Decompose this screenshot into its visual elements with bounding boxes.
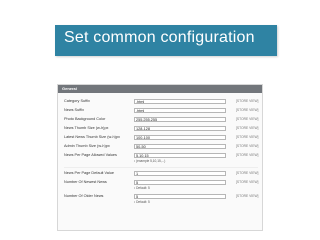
number-of-newest-news-input[interactable]	[134, 180, 226, 185]
number-of-older-news-note: •Default: 5	[134, 200, 150, 204]
photo-background-color-input[interactable]	[134, 117, 226, 122]
form-body: Category Suffix [STORE VIEW] News Suffix…	[58, 93, 262, 230]
bullet-icon: •	[134, 200, 136, 204]
photo-background-color-label: Photo Background Color	[64, 117, 106, 121]
news-thumb-size-scope: [STORE VIEW]	[236, 126, 259, 130]
news-per-page-allowed-values-note: •(example 5,10,15,...)	[134, 159, 165, 163]
news-per-page-allowed-values-label: News Per Page Allowed Values	[64, 153, 117, 157]
row-separator	[64, 167, 258, 168]
number-of-newest-news-note-text: Default: 5	[136, 186, 150, 190]
slide: Set common configuration General Categor…	[0, 0, 320, 240]
number-of-newest-news-label: Number Of Newest News	[64, 180, 107, 184]
news-per-page-allowed-values-input[interactable]	[134, 153, 226, 158]
news-per-page-default-value-label: News Per Page Default Value	[64, 171, 114, 175]
title-banner: Set common configuration	[55, 25, 277, 56]
category-suffix-label: Category Suffix	[64, 99, 90, 103]
category-suffix-scope: [STORE VIEW]	[236, 99, 259, 103]
latest-news-thumb-size-scope: [STORE VIEW]	[236, 135, 259, 139]
number-of-newest-news-scope: [STORE VIEW]	[236, 180, 259, 184]
latest-news-thumb-size-label: Latest News Thumb Size (w-h)px	[64, 135, 120, 139]
number-of-older-news-scope: [STORE VIEW]	[236, 194, 259, 198]
news-thumb-size-input[interactable]	[134, 126, 226, 131]
slide-title: Set common configuration	[64, 29, 255, 46]
admin-thumb-size-label: Admin Thumb Size (w-h)px	[64, 144, 110, 148]
photo-background-color-scope: [STORE VIEW]	[236, 117, 259, 121]
panel-header-label: General	[62, 86, 77, 91]
news-thumb-size-label: News Thumb Size (w-h)px	[64, 126, 109, 130]
news-suffix-input[interactable]	[134, 108, 226, 113]
admin-thumb-size-input[interactable]	[134, 144, 226, 149]
number-of-older-news-label: Number Of Older News	[64, 194, 104, 198]
admin-thumb-size-scope: [STORE VIEW]	[236, 144, 259, 148]
news-per-page-default-value-scope: [STORE VIEW]	[236, 171, 259, 175]
number-of-older-news-input[interactable]	[134, 194, 226, 199]
news-suffix-scope: [STORE VIEW]	[236, 108, 259, 112]
latest-news-thumb-size-input[interactable]	[134, 135, 226, 140]
category-suffix-input[interactable]	[134, 99, 226, 104]
bullet-icon: •	[134, 159, 136, 163]
bullet-icon: •	[134, 186, 136, 190]
news-per-page-allowed-values-note-text: (example 5,10,15,...)	[136, 159, 166, 163]
general-config-panel: General Category Suffix [STORE VIEW] New…	[57, 84, 263, 231]
news-per-page-default-value-input[interactable]	[134, 171, 226, 176]
news-per-page-allowed-values-scope: [STORE VIEW]	[236, 153, 259, 157]
number-of-older-news-note-text: Default: 5	[136, 200, 150, 204]
news-suffix-label: News Suffix	[64, 108, 84, 112]
number-of-newest-news-note: •Default: 5	[134, 186, 150, 190]
panel-header-general[interactable]: General	[58, 85, 262, 93]
